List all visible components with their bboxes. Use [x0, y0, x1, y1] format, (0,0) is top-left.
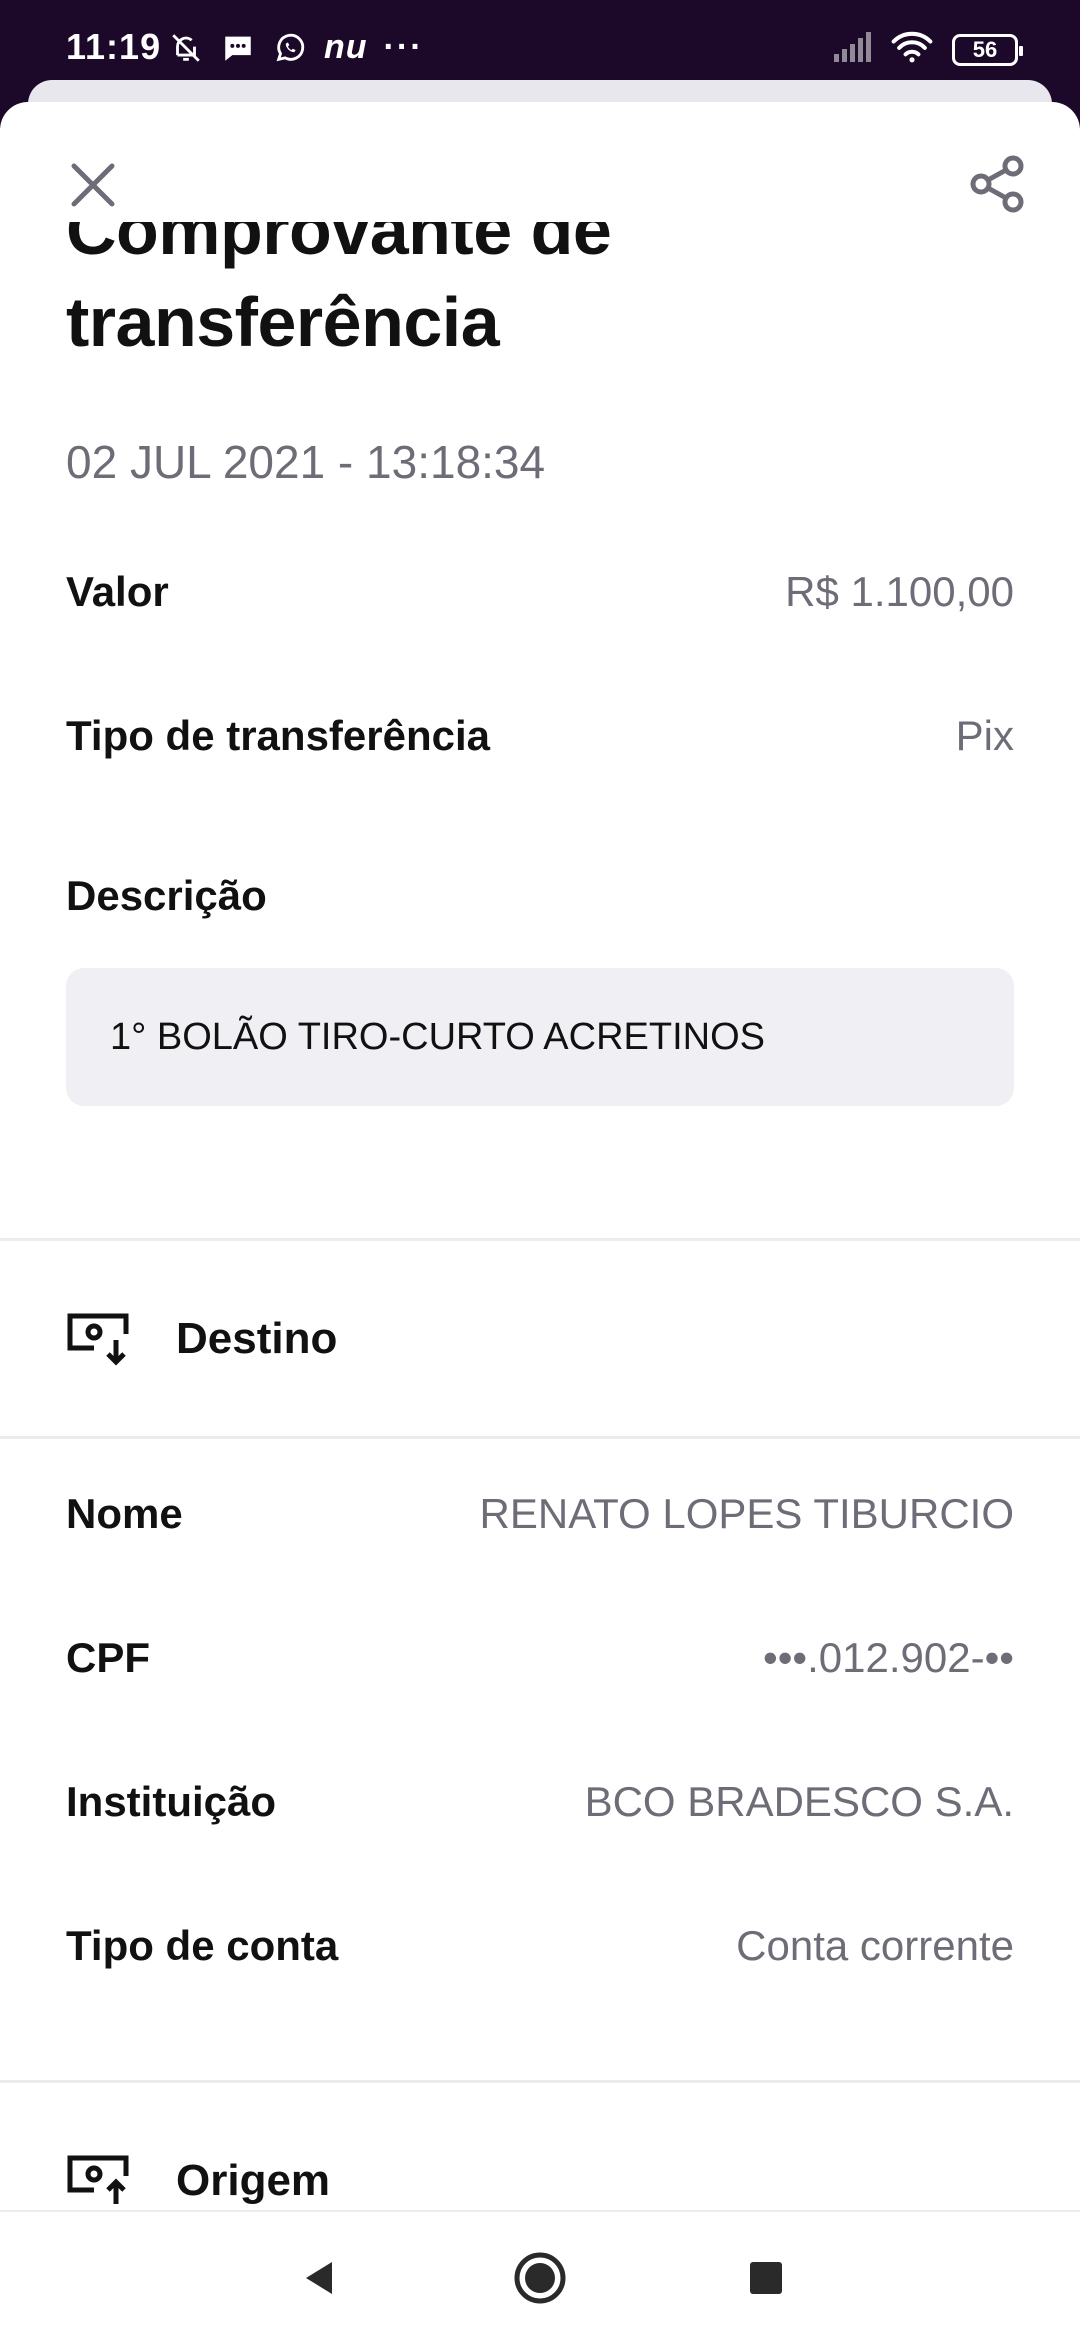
message-icon — [220, 30, 256, 66]
whatsapp-icon — [272, 30, 308, 66]
close-icon — [71, 163, 115, 207]
receipt-sheet: Comprovante de transferência 02 JUL 2021… — [0, 102, 1080, 2210]
system-nav-bar — [0, 2210, 1080, 2340]
back-triangle-icon — [306, 2262, 332, 2294]
nome-row: Nome RENATO LOPES TIBURCIO — [66, 1484, 1014, 1544]
battery-level: 56 — [972, 36, 998, 62]
page-title: Comprovante de transferência — [66, 222, 612, 361]
tipo-conta-value: Conta corrente — [736, 1922, 1014, 1969]
transfer-datetime: 02 JUL 2021 - 13:18:34 — [66, 436, 546, 488]
cpf-value: •••.012.902-•• — [763, 1634, 1014, 1681]
wifi-icon — [890, 30, 934, 69]
more-notifications-icon: ··· — [383, 28, 424, 66]
status-icons-right: 56 — [832, 30, 1023, 69]
descricao-box: 1° BOLÃO TIRO-CURTO ACRETINOS — [66, 968, 1014, 1106]
origem-label: Origem — [176, 2156, 331, 2205]
instituicao-row: Instituição BCO BRADESCO S.A. — [66, 1772, 1014, 1832]
nu-app-label: nu — [324, 28, 368, 66]
cpf-row: CPF •••.012.902-•• — [66, 1628, 1014, 1688]
divider — [0, 2080, 1080, 2083]
title-container: Comprovante de transferência — [0, 222, 1080, 412]
receive-money-icon — [67, 1313, 129, 1366]
divider — [0, 1238, 1080, 1241]
nav-home-button[interactable] — [508, 2246, 572, 2310]
descricao-value: 1° BOLÃO TIRO-CURTO ACRETINOS — [110, 1015, 765, 1058]
valor-value: R$ 1.100,00 — [785, 568, 1014, 615]
tipo-transferencia-value: Pix — [955, 712, 1014, 759]
home-circle-icon — [514, 2252, 566, 2304]
instituicao-label: Instituição — [66, 1778, 277, 1825]
nav-back-button[interactable] — [290, 2248, 350, 2308]
nome-value: RENATO LOPES TIBURCIO — [479, 1490, 1014, 1537]
origem-section-header: Origem — [66, 2146, 330, 2210]
send-money-icon — [67, 2155, 129, 2204]
status-icons-left: nu ··· — [168, 28, 424, 67]
recents-square-icon — [750, 2262, 782, 2294]
share-icon — [970, 155, 1024, 213]
status-time: 11:19 — [66, 26, 162, 67]
tipo-transferencia-label: Tipo de transferência — [66, 712, 491, 759]
mute-bell-icon — [168, 30, 204, 66]
tipo-conta-row: Tipo de conta Conta corrente — [66, 1916, 1014, 1976]
battery-icon: 56 — [952, 33, 1023, 66]
close-button[interactable] — [58, 150, 128, 220]
destino-section-header: Destino — [66, 1304, 337, 1374]
destino-label: Destino — [176, 1314, 338, 1363]
valor-label: Valor — [66, 568, 169, 615]
share-button[interactable] — [960, 146, 1036, 222]
nav-recents-button[interactable] — [736, 2248, 796, 2308]
instituicao-value: BCO BRADESCO S.A. — [584, 1778, 1014, 1825]
cpf-label: CPF — [66, 1634, 150, 1681]
signal-icon — [832, 32, 872, 67]
valor-row: Valor R$ 1.100,00 — [66, 562, 1014, 622]
divider — [0, 1436, 1080, 1439]
tipo-conta-label: Tipo de conta — [66, 1922, 339, 1969]
descricao-label: Descrição — [66, 872, 267, 919]
tipo-transferencia-row: Tipo de transferência Pix — [66, 706, 1014, 766]
nome-label: Nome — [66, 1490, 183, 1537]
